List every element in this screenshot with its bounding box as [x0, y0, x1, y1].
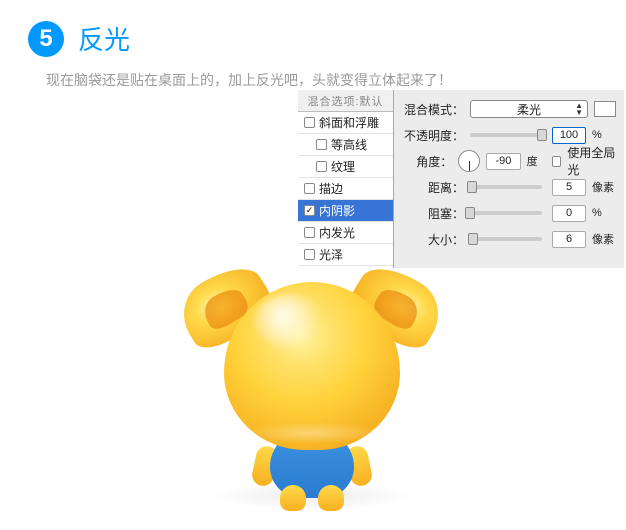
effects-list: 混合选项:默认 斜面和浮雕等高线纹理描边✓内阴影内发光光泽 [298, 90, 394, 268]
effect-label: 描边 [319, 180, 343, 197]
effect-row[interactable]: 等高线 [298, 134, 393, 156]
effect-checkbox[interactable]: ✓ [304, 205, 315, 216]
character-leg-right [318, 485, 344, 511]
effects-list-header: 混合选项:默认 [298, 90, 393, 112]
shadow-color-swatch[interactable] [594, 101, 616, 117]
layer-style-panel: 混合选项:默认 斜面和浮雕等高线纹理描边✓内阴影内发光光泽 混合模式： 柔光 ▲… [298, 89, 624, 268]
opacity-label: 不透明度： [402, 127, 464, 144]
global-light-checkbox[interactable] [552, 156, 561, 167]
head-highlight [254, 294, 326, 348]
spread-label: 阻塞： [402, 205, 464, 222]
opacity-input[interactable]: 100 [552, 127, 586, 144]
size-unit: 像素 [592, 231, 616, 247]
effect-row[interactable]: 内发光 [298, 222, 393, 244]
opacity-slider[interactable] [470, 133, 542, 137]
character-leg-left [280, 485, 306, 511]
head-reflection [242, 422, 382, 444]
angle-input[interactable]: -90 [486, 153, 520, 170]
select-arrows-icon: ▲▼ [575, 102, 583, 116]
angle-label: 角度： [402, 153, 452, 170]
step-title: 反光 [78, 20, 130, 57]
illustration-stage [0, 260, 626, 525]
distance-unit: 像素 [592, 179, 616, 195]
global-light-label: 使用全局光 [567, 144, 616, 178]
effect-checkbox[interactable] [316, 139, 327, 150]
effect-checkbox[interactable] [316, 161, 327, 172]
effect-row[interactable]: 描边 [298, 178, 393, 200]
character [162, 250, 462, 530]
effect-row[interactable]: 纹理 [298, 156, 393, 178]
effect-label: 内阴影 [319, 202, 355, 219]
effect-row[interactable]: ✓ 内阴影 [298, 200, 393, 222]
opacity-unit: % [592, 129, 616, 141]
distance-label: 距离： [402, 179, 464, 196]
effect-checkbox[interactable] [304, 117, 315, 128]
effect-checkbox[interactable] [304, 183, 315, 194]
spread-unit: % [592, 207, 616, 219]
blend-mode-value: 柔光 [517, 101, 541, 118]
spread-slider[interactable] [470, 211, 542, 215]
size-label: 大小： [402, 231, 464, 248]
effect-label: 等高线 [331, 136, 367, 153]
distance-input[interactable]: 5 [552, 179, 586, 196]
distance-slider[interactable] [470, 185, 542, 189]
spread-input[interactable]: 0 [552, 205, 586, 222]
effect-row[interactable]: 斜面和浮雕 [298, 112, 393, 134]
size-input[interactable]: 6 [552, 231, 586, 248]
effect-label: 内发光 [319, 224, 355, 241]
blend-mode-select[interactable]: 柔光 ▲▼ [470, 100, 588, 118]
effect-label: 纹理 [331, 158, 355, 175]
size-slider[interactable] [470, 237, 542, 241]
angle-unit: 度 [527, 153, 546, 169]
step-number-badge: 5 [28, 21, 64, 57]
effect-label: 斜面和浮雕 [319, 114, 379, 131]
angle-dial[interactable] [458, 150, 480, 172]
blend-mode-label: 混合模式： [402, 101, 464, 118]
effect-checkbox[interactable] [304, 227, 315, 238]
step-description: 现在脑袋还是贴在桌面上的，加上反光吧，头就变得立体起来了！ [0, 65, 626, 91]
